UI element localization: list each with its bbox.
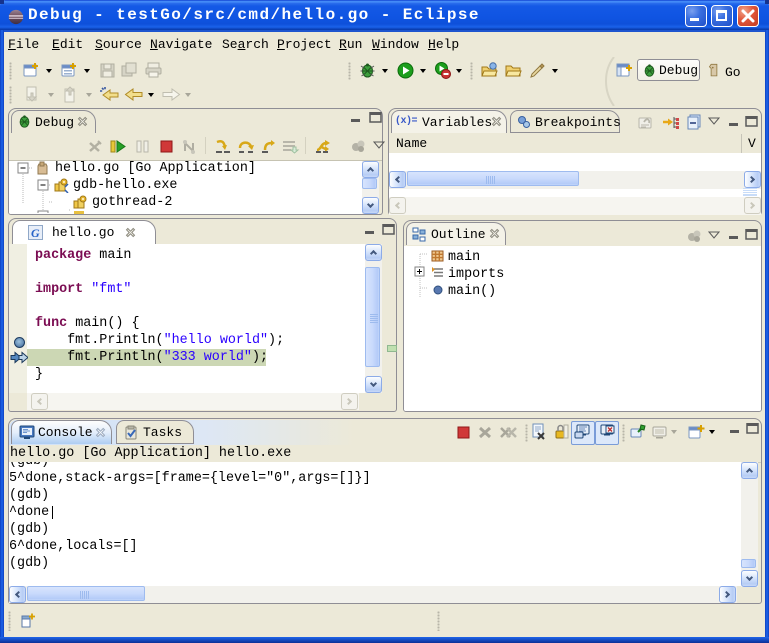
svg-text:G: G	[31, 226, 40, 240]
